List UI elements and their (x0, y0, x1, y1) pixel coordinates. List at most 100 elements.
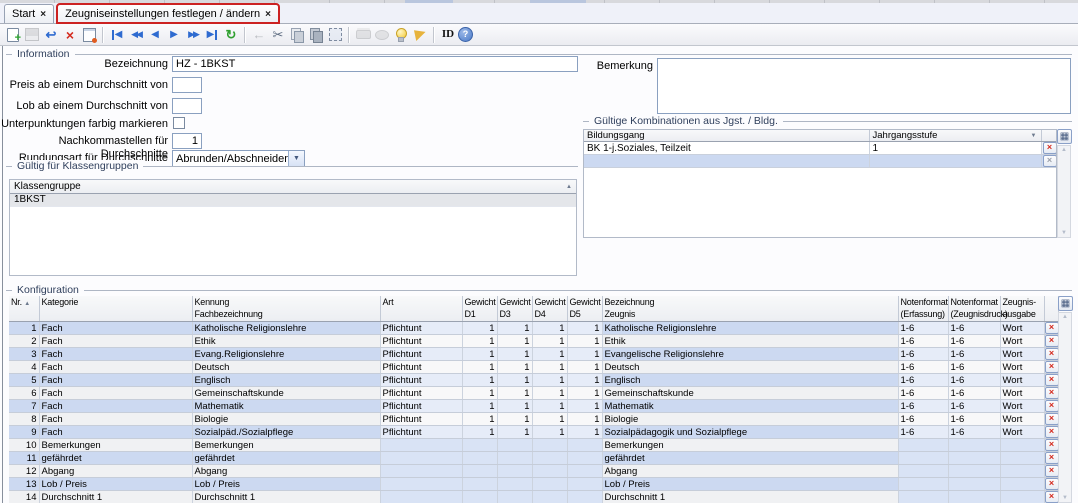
table-row[interactable]: 11 gefährdet gefährdet gefährdet (9, 452, 1058, 465)
filter-icon[interactable] (411, 26, 429, 44)
unterpunktungen-label: Unterpunktungen farbig markieren (0, 118, 168, 131)
column-header-notenformat-zeugnisdruck[interactable]: Notenformat(Zeugnisdruck) (948, 296, 1000, 322)
column-header-zeugnisausgabe[interactable]: Zeugnis-ausgabe (1000, 296, 1044, 322)
duplicate-icon[interactable] (307, 26, 325, 44)
delete-row-button[interactable] (1045, 452, 1059, 464)
prior-record-icon[interactable]: ◀ (146, 26, 164, 44)
separator (348, 27, 350, 43)
first-record-icon[interactable]: ◀ (108, 26, 126, 44)
last-record-icon[interactable]: ▶ (203, 26, 221, 44)
close-icon[interactable]: × (40, 9, 46, 20)
id-button[interactable]: ID (439, 26, 457, 44)
column-header-gewicht-d5[interactable]: GewichtD5 (567, 296, 602, 322)
tab-start[interactable]: Start × (4, 4, 54, 23)
table-row[interactable]: 5 Fach Englisch Pflichtunt 1 1 1 1 Engli… (9, 374, 1058, 387)
close-icon[interactable]: × (265, 9, 271, 20)
delete-record-icon[interactable]: × (61, 26, 79, 44)
lob-input[interactable] (172, 98, 202, 114)
sort-asc-icon[interactable]: ▲ (566, 184, 572, 190)
bezeichnung-input[interactable] (172, 56, 578, 72)
table-row[interactable]: 7 Fach Mathematik Pflichtunt 1 1 1 1 Mat… (9, 400, 1058, 413)
delete-row-button[interactable] (1045, 413, 1059, 425)
new-record-icon[interactable] (4, 26, 22, 44)
delete-row-button[interactable] (1043, 142, 1057, 154)
column-header-jahrgangsstufe[interactable]: Jahrgangsstufe ▼ (869, 130, 1041, 142)
preview-icon[interactable] (373, 26, 391, 44)
column-header-klassengruppe[interactable]: Klassengruppe ▲ (10, 180, 576, 194)
table-row[interactable]: 2 Fach Ethik Pflichtunt 1 1 1 1 Ethik 1-… (9, 335, 1058, 348)
delete-row-button[interactable] (1045, 426, 1059, 438)
scroll-up-icon[interactable]: ▲ (1058, 147, 1070, 153)
grid-settings-button[interactable]: ▦ (1058, 296, 1073, 311)
copy-icon[interactable] (288, 26, 306, 44)
column-header-nr[interactable]: Nr. ▲ (9, 296, 39, 322)
column-header-art[interactable]: Art (380, 296, 462, 322)
unterpunktungen-checkbox[interactable] (173, 117, 185, 129)
column-header-notenformat-erfassung[interactable]: Notenformat(Erfassung) (898, 296, 948, 322)
zeugniseinstellungen-window: Start × Zeugniseinstellungen festlegen /… (0, 0, 1078, 503)
column-header-kategorie[interactable]: Kategorie (39, 296, 192, 322)
column-header-bezeichnung-zeugnis[interactable]: BezeichnungZeugnis (602, 296, 898, 322)
nachkommastellen-input[interactable] (172, 133, 202, 149)
kombinationen-scrollbar[interactable]: ▲ ▼ (1057, 145, 1071, 238)
table-row[interactable]: 1 Fach Katholische Religionslehre Pflich… (9, 322, 1058, 335)
delete-row-button[interactable] (1045, 439, 1059, 451)
konfiguration-scrollbar[interactable]: ▲ ▼ (1058, 312, 1072, 503)
chevron-down-icon[interactable]: ▼ (288, 151, 304, 166)
table-row[interactable]: 8 Fach Biologie Pflichtunt 1 1 1 1 Biolo… (9, 413, 1058, 426)
delete-row-button[interactable] (1045, 335, 1059, 347)
delete-row-button[interactable] (1045, 400, 1059, 412)
refresh-icon[interactable]: ↻ (222, 26, 240, 44)
column-header-bildungsgang[interactable]: Bildungsgang (584, 130, 869, 142)
hint-icon[interactable] (392, 26, 410, 44)
table-row[interactable]: 13 Lob / Preis Lob / Preis Lob / Preis (9, 478, 1058, 491)
table-row[interactable]: 12 Abgang Abgang Abgang (9, 465, 1058, 478)
scroll-up-icon[interactable]: ▲ (1059, 314, 1071, 320)
column-dropdown-icon[interactable]: ▼ (1031, 133, 1037, 139)
fast-next-icon[interactable]: ▶▶ (184, 26, 202, 44)
save-icon[interactable] (23, 26, 41, 44)
rundungsart-select[interactable]: Abrunden/Abschneiden ▼ (172, 150, 305, 167)
delete-row-button[interactable] (1045, 387, 1059, 399)
table-row[interactable]: 9 Fach Sozialpäd./Sozialpflege Pflichtun… (9, 426, 1058, 439)
delete-row-button[interactable] (1045, 491, 1059, 503)
delete-row-button[interactable] (1043, 155, 1057, 167)
print-icon[interactable] (354, 26, 372, 44)
delete-row-button[interactable] (1045, 478, 1059, 490)
column-header-kennung[interactable]: KennungFachbezeichnung (192, 296, 380, 322)
delete-row-button[interactable] (1045, 374, 1059, 386)
klassengruppen-group: Gültig für Klassengruppen (6, 166, 578, 167)
kombination-row[interactable]: BK 1-j.Soziales, Teilzeit 1 (584, 142, 1057, 155)
bemerkung-textarea[interactable] (657, 58, 1071, 114)
tab-zeugniseinstellungen[interactable]: Zeugniseinstellungen festlegen / ändern … (57, 4, 279, 23)
cut-icon[interactable]: ✂ (269, 26, 287, 44)
column-header-gewicht-d3[interactable]: GewichtD3 (497, 296, 532, 322)
scroll-down-icon[interactable]: ▼ (1059, 495, 1071, 501)
delete-row-button[interactable] (1045, 465, 1059, 477)
klassengruppe-row[interactable]: 1BKST (10, 194, 576, 207)
table-row[interactable]: 10 Bemerkungen Bemerkungen Bemerkungen (9, 439, 1058, 452)
delete-row-button[interactable] (1045, 361, 1059, 373)
group-title: Konfiguration (12, 284, 84, 296)
help-icon[interactable]: ? (458, 27, 473, 42)
sort-asc-icon: ▲ (24, 301, 30, 307)
column-header-gewicht-d4[interactable]: GewichtD4 (532, 296, 567, 322)
table-row[interactable]: 14 Durchschnitt 1 Durchschnitt 1 Durchsc… (9, 491, 1058, 503)
select-region-icon[interactable] (326, 26, 344, 44)
column-header-gewicht-d1[interactable]: GewichtD1 (462, 296, 497, 322)
konfiguration-table: Nr. ▲ Kategorie KennungFachbezeichnung A… (9, 296, 1059, 503)
grid-settings-button[interactable]: ▦ (1057, 129, 1072, 144)
scroll-down-icon[interactable]: ▼ (1058, 230, 1070, 236)
next-record-icon[interactable]: ▶ (165, 26, 183, 44)
preis-input[interactable] (172, 77, 202, 93)
kombination-row[interactable] (584, 155, 1057, 168)
table-row[interactable]: 4 Fach Deutsch Pflichtunt 1 1 1 1 Deutsc… (9, 361, 1058, 374)
delete-row-button[interactable] (1045, 322, 1059, 334)
table-row[interactable]: 6 Fach Gemeinschaftskunde Pflichtunt 1 1… (9, 387, 1058, 400)
table-row[interactable]: 3 Fach Evang.Religionslehre Pflichtunt 1… (9, 348, 1058, 361)
undo-icon[interactable]: ↩ (42, 26, 60, 44)
delete-row-button[interactable] (1045, 348, 1059, 360)
fast-prior-icon[interactable]: ◀◀ (127, 26, 145, 44)
back-icon[interactable]: ← (250, 26, 268, 44)
edit-form-icon[interactable] (80, 26, 98, 44)
